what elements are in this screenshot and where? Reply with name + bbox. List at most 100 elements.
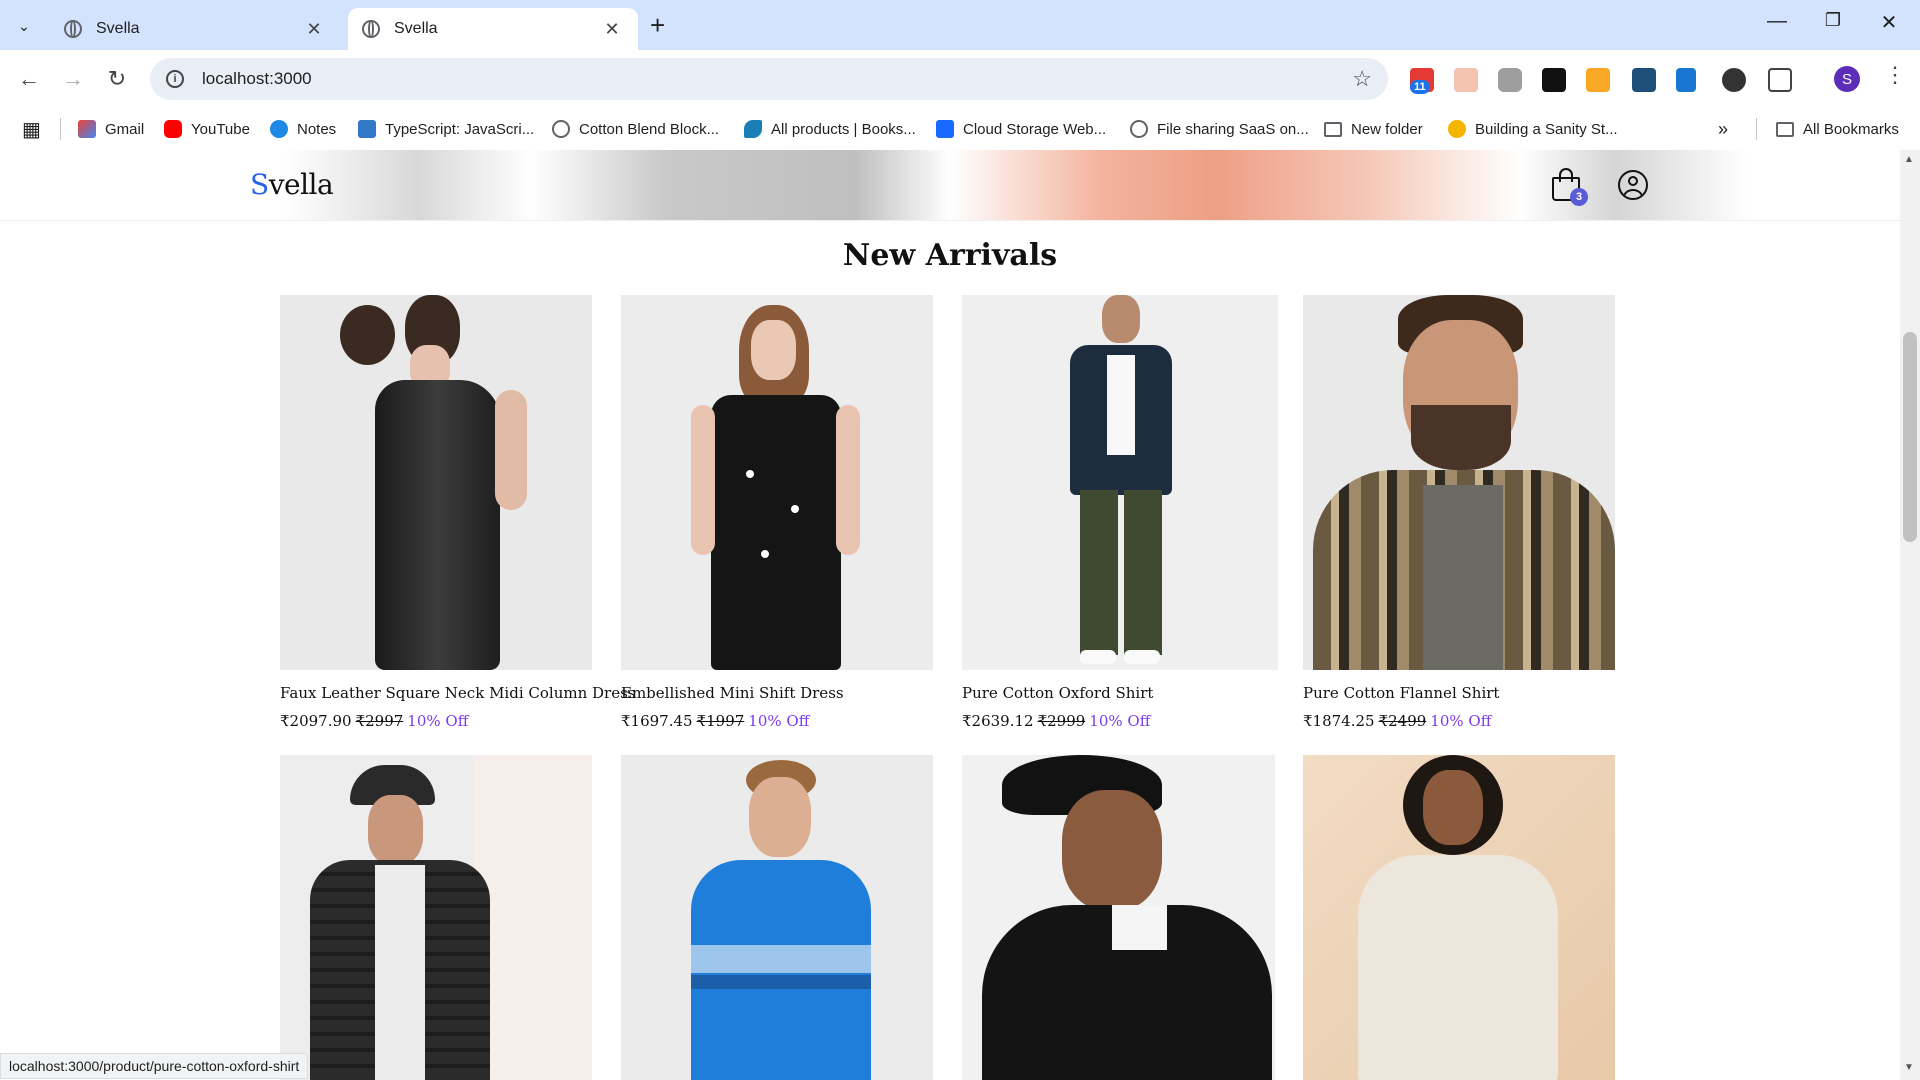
- menu-kebab-icon[interactable]: ⋮: [1884, 62, 1906, 88]
- bookmark-notes[interactable]: Notes: [270, 116, 336, 142]
- product-price-row: ₹2097.90 ₹2997 10% Off: [280, 712, 592, 730]
- tab-title: Svella: [96, 20, 140, 37]
- bookmark-label: TypeScript: JavaScri...: [385, 120, 535, 138]
- product-card[interactable]: Faux Leather Square Neck Midi Column Dre…: [280, 295, 635, 730]
- product-image[interactable]: [962, 755, 1275, 1080]
- product-discount: 10% Off: [1089, 712, 1151, 730]
- bookmark-sanity[interactable]: Building a Sanity St...: [1448, 116, 1618, 142]
- product-card[interactable]: [280, 755, 592, 1080]
- all-bookmarks[interactable]: All Bookmarks: [1776, 116, 1899, 142]
- browser-tab[interactable]: Svella ✕: [50, 8, 340, 50]
- font-extension-icon[interactable]: [1542, 68, 1566, 92]
- product-image[interactable]: [280, 295, 592, 670]
- globe-icon: [552, 120, 570, 138]
- extension-badge: 11: [1410, 80, 1430, 94]
- bookmark-label: File sharing SaaS on...: [1157, 120, 1309, 138]
- product-mrp: ₹2997: [355, 712, 404, 730]
- page-scrollbar[interactable]: [1900, 150, 1920, 1080]
- gmail-icon: [78, 120, 96, 138]
- product-price: ₹1697.45: [621, 712, 693, 730]
- address-url: localhost:3000: [202, 69, 312, 88]
- product-image[interactable]: [1303, 755, 1615, 1080]
- browser-tab-active[interactable]: Svella ✕: [348, 8, 638, 50]
- bookmark-cotton-blend[interactable]: Cotton Blend Block...: [552, 116, 719, 142]
- bookmark-label: Cloud Storage Web...: [963, 120, 1107, 138]
- scroll-down-arrow-icon[interactable]: ▼: [1904, 1062, 1914, 1073]
- puzzle-extensions-icon[interactable]: [1768, 68, 1792, 92]
- reload-icon[interactable]: ↻: [102, 66, 132, 92]
- bookmark-all-products[interactable]: All products | Books...: [744, 116, 916, 142]
- globe-icon: [64, 20, 82, 38]
- product-card[interactable]: [962, 755, 1275, 1080]
- react-extension-icon[interactable]: [1632, 68, 1656, 92]
- bookmark-label: Gmail: [105, 120, 145, 138]
- product-card[interactable]: Embellished Mini Shift Dress ₹1697.45 ₹19…: [621, 295, 933, 730]
- tab-search-chevron-icon[interactable]: ⌄: [10, 12, 38, 40]
- bookmark-label: YouTube: [191, 120, 250, 138]
- youtube-icon: [164, 120, 182, 138]
- bookmark-youtube[interactable]: YouTube: [164, 116, 250, 142]
- product-card[interactable]: [621, 755, 933, 1080]
- new-tab-plus-icon[interactable]: +: [650, 12, 665, 38]
- product-image[interactable]: [280, 755, 592, 1080]
- minimize-icon[interactable]: —: [1762, 10, 1792, 33]
- scroll-up-arrow-icon[interactable]: ▲: [1904, 154, 1914, 165]
- bookmark-label: Building a Sanity St...: [1475, 120, 1618, 138]
- globe-icon: [1130, 120, 1148, 138]
- disk-extension-icon[interactable]: [1722, 68, 1746, 92]
- product-price-row: ₹2639.12 ₹2999 10% Off: [962, 712, 1278, 730]
- address-bar[interactable]: i localhost:3000 ☆: [150, 58, 1388, 100]
- bookmark-new-folder[interactable]: New folder: [1324, 116, 1423, 142]
- product-name[interactable]: Faux Leather Square Neck Midi Column Dre…: [280, 684, 635, 702]
- forward-arrow-icon[interactable]: →: [58, 66, 88, 92]
- product-image[interactable]: [962, 295, 1278, 670]
- product-discount: 10% Off: [407, 712, 469, 730]
- scrollbar-thumb[interactable]: [1903, 332, 1917, 542]
- extension-calendar-icon[interactable]: [1454, 68, 1478, 92]
- status-bar-url: localhost:3000/product/pure-cotton-oxfor…: [0, 1053, 309, 1079]
- camera-extension-icon[interactable]: [1498, 68, 1522, 92]
- product-card[interactable]: Pure Cotton Flannel Shirt ₹1874.25 ₹2499 1…: [1303, 295, 1615, 730]
- bookmark-typescript[interactable]: TypeScript: JavaScri...: [358, 116, 534, 142]
- product-price: ₹2097.90: [280, 712, 352, 730]
- leaf-icon: [744, 120, 762, 138]
- sanity-icon: [1448, 120, 1466, 138]
- bookmark-label: Notes: [297, 120, 337, 138]
- product-name[interactable]: Embellished Mini Shift Dress: [621, 684, 933, 702]
- user-account-icon[interactable]: [1618, 170, 1648, 200]
- product-name[interactable]: Pure Cotton Flannel Shirt: [1303, 684, 1615, 702]
- bookmark-file-sharing[interactable]: File sharing SaaS on...: [1130, 116, 1309, 142]
- bookmark-gmail[interactable]: Gmail: [78, 116, 144, 142]
- apps-grid-icon[interactable]: ▦: [22, 116, 41, 142]
- product-discount: 10% Off: [1430, 712, 1492, 730]
- product-mrp: ₹2499: [1378, 712, 1427, 730]
- product-card[interactable]: [1303, 755, 1615, 1080]
- restore-icon[interactable]: ❐: [1818, 10, 1848, 31]
- product-price: ₹2639.12: [962, 712, 1034, 730]
- bookmark-label: Cotton Blend Block...: [579, 120, 720, 138]
- product-image[interactable]: [621, 295, 933, 670]
- bookmark-star-icon[interactable]: ☆: [1352, 66, 1372, 92]
- close-icon[interactable]: ✕: [600, 19, 624, 40]
- product-card[interactable]: Pure Cotton Oxford Shirt ₹2639.12 ₹2999 10…: [962, 295, 1278, 730]
- product-mrp: ₹1997: [696, 712, 745, 730]
- product-image[interactable]: [621, 755, 933, 1080]
- product-image[interactable]: [1303, 295, 1615, 670]
- close-icon[interactable]: ✕: [302, 19, 326, 40]
- site-logo[interactable]: Svella: [250, 168, 334, 201]
- bookmark-label: All Bookmarks: [1803, 120, 1899, 138]
- back-arrow-icon[interactable]: ←: [14, 66, 44, 92]
- window-close-icon[interactable]: ✕: [1874, 10, 1904, 35]
- bookmark-cloud-storage[interactable]: Cloud Storage Web...: [936, 116, 1106, 142]
- more-bookmarks-chevron-icon[interactable]: »: [1718, 116, 1728, 142]
- cart-count-badge: 3: [1570, 188, 1588, 206]
- site-info-icon[interactable]: i: [166, 70, 184, 88]
- product-name[interactable]: Pure Cotton Oxford Shirt: [962, 684, 1278, 702]
- site-header: Svella 3: [0, 150, 1900, 221]
- product-price-row: ₹1874.25 ₹2499 10% Off: [1303, 712, 1615, 730]
- tab-title: Svella: [394, 20, 438, 37]
- docs-extension-icon[interactable]: [1676, 68, 1696, 92]
- folder-icon: [1776, 121, 1794, 137]
- pen-extension-icon[interactable]: [1586, 68, 1610, 92]
- profile-avatar[interactable]: S: [1834, 66, 1860, 92]
